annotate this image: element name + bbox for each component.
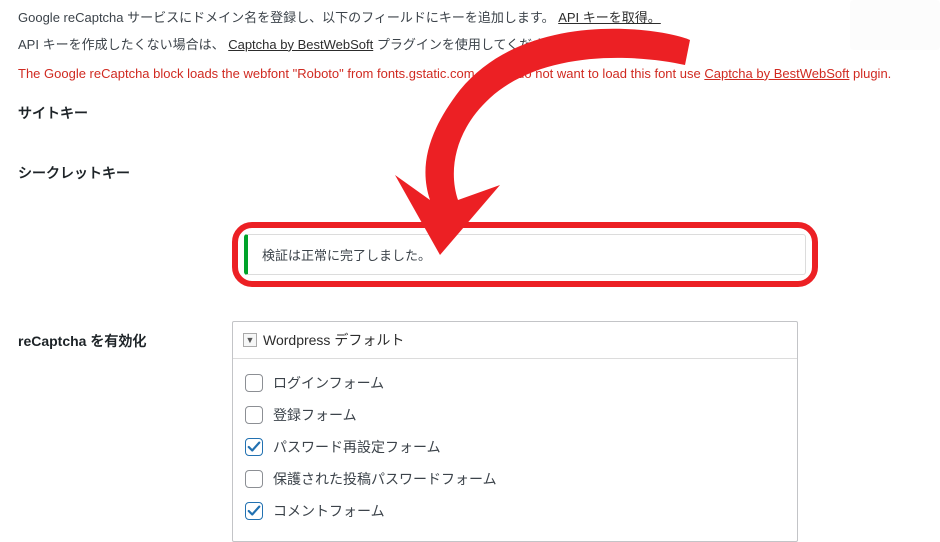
intro-text-2a: API キーを作成したくない場合は、 <box>18 37 225 52</box>
chevron-down-icon: ▼ <box>246 335 255 345</box>
checkbox-label: ログインフォーム <box>273 373 384 393</box>
panel-header[interactable]: ▼ Wordpress デフォルト <box>233 322 797 359</box>
intro-text-1: Google reCaptcha サービスにドメイン名を登録し、以下のフィールド… <box>18 10 555 25</box>
panel-body: ログインフォーム登録フォームパスワード再設定フォーム保護された投稿パスワードフォ… <box>233 359 797 541</box>
status-container: 検証は正常に完了しました。 <box>232 222 922 287</box>
checkbox[interactable] <box>245 470 263 488</box>
form-option-1[interactable]: 登録フォーム <box>245 405 785 425</box>
checkbox[interactable] <box>245 374 263 392</box>
site-key-row: サイトキー <box>18 102 922 124</box>
decorative-shadow <box>850 0 940 50</box>
checkbox-label: パスワード再設定フォーム <box>273 437 441 457</box>
checkbox-label: コメントフォーム <box>273 501 385 521</box>
form-option-2[interactable]: パスワード再設定フォーム <box>245 437 785 457</box>
checkbox[interactable] <box>245 502 263 520</box>
site-key-label: サイトキー <box>18 103 232 123</box>
checkbox[interactable] <box>245 438 263 456</box>
enable-recaptcha-row: reCaptcha を有効化 ▼ Wordpress デフォルト ログインフォー… <box>18 321 922 542</box>
collapse-toggle-icon[interactable]: ▼ <box>243 333 257 347</box>
panel-title: Wordpress デフォルト <box>263 330 404 350</box>
warning-post: plugin. <box>849 66 891 81</box>
secret-key-label: シークレットキー <box>18 163 232 183</box>
checkbox[interactable] <box>245 406 263 424</box>
captcha-plugin-link[interactable]: Captcha by BestWebSoft <box>228 37 373 52</box>
secret-key-row: シークレットキー <box>18 162 922 184</box>
form-option-3[interactable]: 保護された投稿パスワードフォーム <box>245 469 785 489</box>
warning-plugin-link[interactable]: Captcha by BestWebSoft <box>704 66 849 81</box>
secret-key-value <box>232 162 922 184</box>
font-warning: The Google reCaptcha block loads the web… <box>18 64 922 85</box>
intro-text-2b: プラグインを使用してください。 <box>377 37 571 52</box>
enable-recaptcha-label: reCaptcha を有効化 <box>18 321 232 351</box>
form-option-4[interactable]: コメントフォーム <box>245 501 785 521</box>
wordpress-default-panel: ▼ Wordpress デフォルト ログインフォーム登録フォームパスワード再設定… <box>232 321 798 542</box>
status-message: 検証は正常に完了しました。 <box>262 248 431 263</box>
validation-success-notice: 検証は正常に完了しました。 <box>244 234 806 275</box>
site-key-value <box>232 102 922 124</box>
checkbox-label: 保護された投稿パスワードフォーム <box>273 469 497 489</box>
warning-pre: The Google reCaptcha block loads the web… <box>18 66 704 81</box>
status-highlight-ring: 検証は正常に完了しました。 <box>232 222 818 287</box>
intro-line-1: Google reCaptcha サービスにドメイン名を登録し、以下のフィールド… <box>18 8 922 29</box>
get-api-key-link[interactable]: API キーを取得。 <box>558 10 661 25</box>
form-option-0[interactable]: ログインフォーム <box>245 373 785 393</box>
checkbox-label: 登録フォーム <box>273 405 357 425</box>
intro-line-2: API キーを作成したくない場合は、 Captcha by BestWebSof… <box>18 35 922 56</box>
